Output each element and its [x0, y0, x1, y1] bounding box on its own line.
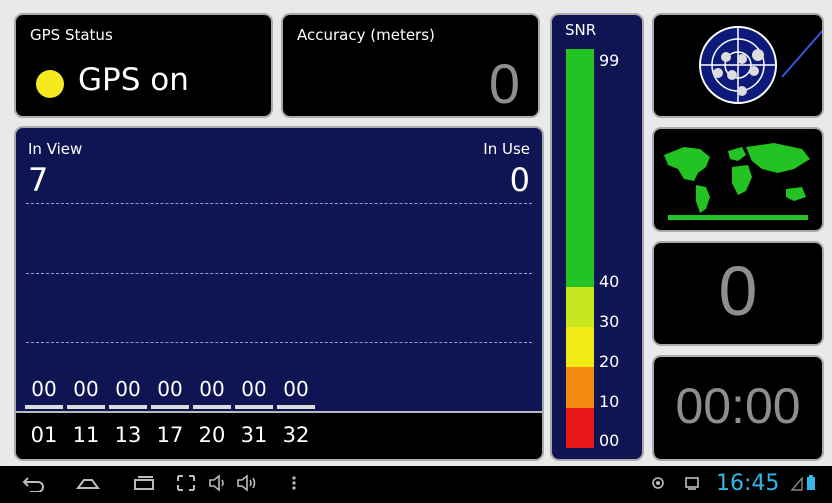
gridline: [26, 203, 532, 204]
satellite-prn: 01: [30, 423, 58, 447]
satellite-prn: 13: [114, 423, 142, 447]
back-icon[interactable]: [22, 474, 46, 497]
in-use-label: In Use: [483, 140, 530, 158]
gps-indicator-icon: [36, 70, 64, 98]
status-clock: 16:45: [716, 471, 780, 496]
satellite-snr-bar: [193, 405, 231, 409]
menu-icon[interactable]: [290, 474, 298, 497]
screenshot-icon[interactable]: [176, 474, 196, 497]
snr-segment-green: [566, 49, 594, 287]
satellite-prn: 11: [72, 423, 100, 447]
satellite-snr-bar: [67, 405, 105, 409]
battery-icon: [806, 474, 816, 497]
snr-color-scale: [566, 49, 594, 448]
satellite-snr-value: 00: [157, 377, 183, 401]
gps-status-label: GPS Status: [30, 26, 113, 44]
satellite-snr-value: 00: [115, 377, 141, 401]
snr-tick: 30: [599, 312, 620, 331]
recent-apps-icon[interactable]: [132, 474, 156, 497]
in-view-count: 7: [28, 161, 49, 199]
accuracy-label: Accuracy (meters): [297, 26, 435, 44]
satellite-prn-row: 01 11 13 17 20 31 32: [16, 411, 542, 459]
satellite-snr-value: 00: [31, 377, 57, 401]
gps-state-text: GPS on: [78, 62, 189, 98]
gridline: [26, 342, 532, 343]
satellite-snr-value: 00: [283, 377, 309, 401]
snr-tick: 00: [599, 431, 620, 450]
satellite-snr-value: 00: [241, 377, 267, 401]
count-value: 0: [718, 252, 758, 330]
gps-notification-icon: [650, 474, 666, 497]
accuracy-panel: Accuracy (meters) 0: [281, 13, 540, 118]
in-use-count: 0: [509, 161, 530, 199]
snr-tick: 40: [599, 272, 620, 291]
signal-icon: [790, 474, 804, 497]
satellite-snr-bar: [277, 405, 315, 409]
in-view-label: In View: [28, 140, 83, 158]
time-panel: 00:00: [652, 355, 824, 461]
snr-tick: 99: [599, 51, 620, 70]
snr-tick: 20: [599, 352, 620, 371]
satellite-prn: 32: [282, 423, 310, 447]
satellite-snr-bar: [235, 405, 273, 409]
count-panel: 0: [652, 241, 824, 346]
snr-segment-red: [566, 408, 594, 448]
satellite-snr-strip: 00 00 00 00 00 00 00: [16, 377, 542, 411]
volume-up-icon[interactable]: [236, 474, 258, 497]
world-map-icon: [664, 143, 810, 220]
satellite-snr-value: 00: [73, 377, 99, 401]
snr-segment-orange: [566, 367, 594, 408]
satellite-snr-value: 00: [199, 377, 225, 401]
satellite-prn: 17: [156, 423, 184, 447]
satellite-prn: 31: [240, 423, 268, 447]
sky-view-button[interactable]: [652, 13, 824, 118]
satellite-snr-bar: [109, 405, 147, 409]
volume-down-icon[interactable]: [208, 474, 228, 497]
system-navigation-bar: 16:45: [0, 466, 832, 503]
snr-segment-yellow: [566, 327, 594, 367]
satellites-panel: In View In Use 7 0 00 00 00 00 00 00 00 …: [14, 126, 544, 461]
snr-segment-lime: [566, 287, 594, 327]
gridline: [26, 273, 532, 274]
gps-status-panel: GPS Status GPS on: [14, 13, 273, 118]
home-icon[interactable]: [76, 474, 100, 497]
snr-scale-panel: SNR 99 40 30 20 10 00: [550, 13, 644, 461]
snr-tick: 10: [599, 392, 620, 411]
satellite-snr-bar: [25, 405, 63, 409]
satellite-snr-bar: [151, 405, 189, 409]
fix-time-value: 00:00: [675, 378, 801, 434]
accuracy-value: 0: [488, 52, 520, 115]
world-map-button[interactable]: [652, 127, 824, 232]
satellite-prn: 20: [198, 423, 226, 447]
snr-title: SNR: [565, 21, 597, 39]
screen-notification-icon: [684, 474, 700, 497]
sky-radar-icon: [699, 26, 822, 104]
